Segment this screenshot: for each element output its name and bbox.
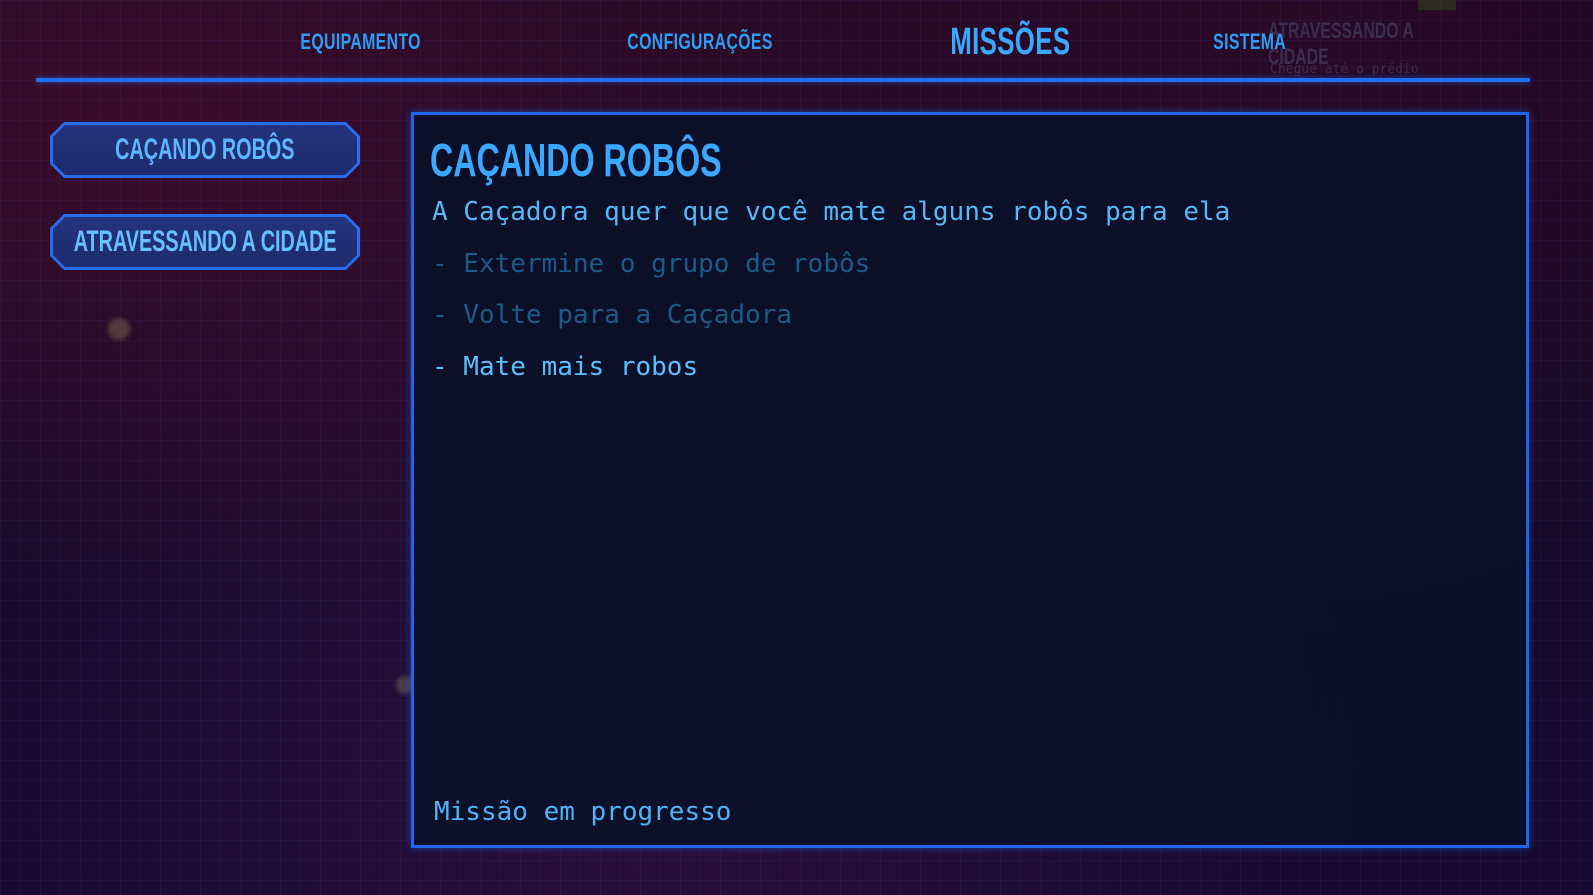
mission-title: CAÇANDO ROBÔS <box>430 134 722 186</box>
mission-item-atravessando-a-cidade[interactable]: ATRAVESSANDO A CIDADE <box>50 214 360 270</box>
objective-item: - Volte para a Caçadora <box>432 300 793 330</box>
tab-missoes[interactable]: MISSÕES <box>920 20 1100 64</box>
background-glow <box>108 318 130 340</box>
tab-label: CONFIGURAÇÕES <box>627 29 773 54</box>
mission-status: Missão em progresso <box>434 797 732 827</box>
mission-item-label: ATRAVESSANDO A CIDADE <box>73 225 337 258</box>
top-navigation: EQUIPAMENTO CONFIGURAÇÕES MISSÕES SISTEM… <box>0 0 1593 84</box>
tab-sistema[interactable]: SISTEMA <box>1180 20 1320 64</box>
objective-item: - Extermine o grupo de robôs <box>432 249 871 279</box>
tab-label: EQUIPAMENTO <box>300 29 422 54</box>
mission-description: A Caçadora quer que você mate alguns rob… <box>432 197 1231 227</box>
tab-label: MISSÕES <box>949 20 1071 63</box>
mission-item-label: CAÇANDO ROBÔS <box>115 133 295 166</box>
tab-configuracoes[interactable]: CONFIGURAÇÕES <box>590 20 810 64</box>
tab-label: SISTEMA <box>1213 29 1287 54</box>
objective-item-current: - Mate mais robos <box>432 352 699 382</box>
tab-equipamento[interactable]: EQUIPAMENTO <box>276 20 446 64</box>
mission-item-cacando-robos[interactable]: CAÇANDO ROBÔS <box>50 122 360 178</box>
nav-divider <box>36 78 1530 82</box>
mission-detail-panel: CAÇANDO ROBÔS A Caçadora quer que você m… <box>411 112 1529 848</box>
